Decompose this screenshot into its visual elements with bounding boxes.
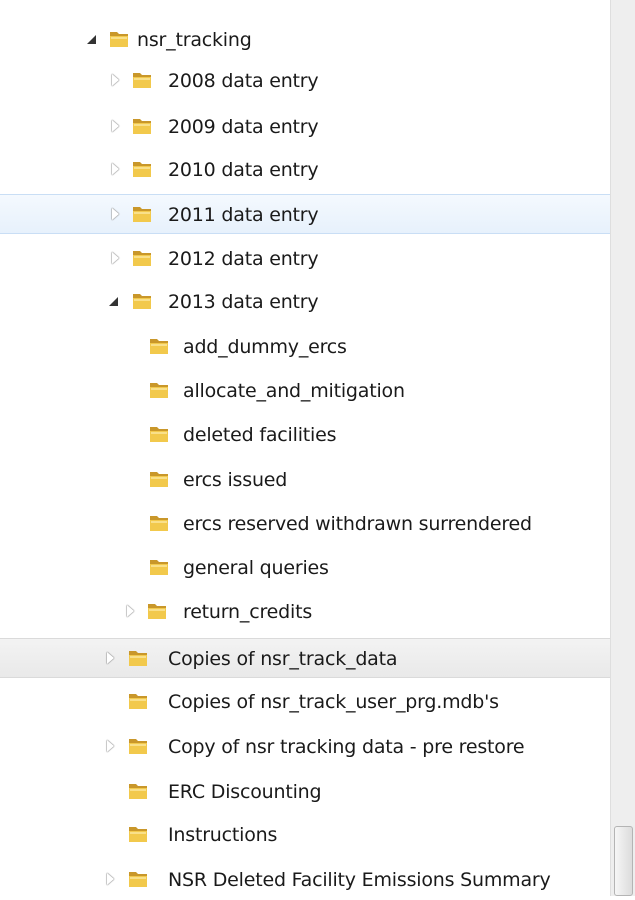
- folder-icon: [150, 339, 168, 354]
- folder-icon: [133, 73, 151, 88]
- tree-item-2012-data-entry[interactable]: 2012 data entry: [0, 239, 610, 279]
- folder-tree: nsr_tracking 2008 data entry 2009 data e…: [0, 0, 610, 896]
- tree-item-copies-of-nsr-track-data[interactable]: Copies of nsr_track_data: [0, 638, 610, 678]
- expand-arrow-icon[interactable]: [109, 297, 118, 306]
- tree-item-nsr-deleted-facility-emissions-summary[interactable]: NSR Deleted Facility Emissions Summary: [0, 860, 610, 900]
- tree-item-add-dummy-ercs[interactable]: add_dummy_ercs: [0, 327, 610, 367]
- tree-item-label: ercs reserved withdrawn surrendered: [183, 513, 532, 535]
- tree-item-instructions[interactable]: Instructions: [0, 815, 610, 855]
- tree-item-label: 2010 data entry: [168, 159, 319, 181]
- folder-icon: [150, 472, 168, 487]
- collapse-arrow-icon[interactable]: [112, 252, 119, 264]
- tree-item-label: allocate_and_mitigation: [183, 380, 405, 402]
- folder-icon: [150, 516, 168, 531]
- tree-item-copy-of-nsr-tracking-data[interactable]: Copy of nsr tracking data - pre restore: [0, 727, 610, 767]
- tree-item-allocate-and-mitigation[interactable]: allocate_and_mitigation: [0, 371, 610, 411]
- tree-item-general-queries[interactable]: general queries: [0, 548, 610, 588]
- tree-item-2008-data-entry[interactable]: 2008 data entry: [0, 61, 610, 101]
- tree-item-2013-data-entry[interactable]: 2013 data entry: [0, 282, 610, 322]
- collapse-arrow-icon[interactable]: [107, 740, 114, 752]
- tree-item-label: nsr_tracking: [137, 29, 252, 51]
- folder-icon: [129, 784, 147, 799]
- folder-icon: [133, 294, 151, 309]
- tree-item-ercs-reserved-withdrawn-surrendered[interactable]: ercs reserved withdrawn surrendered: [0, 504, 610, 544]
- tree-item-label: Copies of nsr_track_data: [168, 648, 398, 670]
- tree-item-label: deleted facilities: [183, 424, 337, 446]
- tree-item-deleted-facilities[interactable]: deleted facilities: [0, 415, 610, 455]
- folder-icon: [150, 560, 168, 575]
- tree-item-label: Copies of nsr_track_user_prg.mdb's: [168, 691, 499, 713]
- tree-item-2009-data-entry[interactable]: 2009 data entry: [0, 107, 610, 147]
- folder-icon: [129, 651, 147, 666]
- tree-item-2010-data-entry[interactable]: 2010 data entry: [0, 150, 610, 190]
- folder-icon: [133, 162, 151, 177]
- collapse-arrow-icon[interactable]: [112, 120, 119, 132]
- folder-icon: [133, 119, 151, 134]
- tree-item-label: return_credits: [183, 601, 313, 623]
- collapse-arrow-icon[interactable]: [112, 163, 119, 175]
- collapse-arrow-icon[interactable]: [112, 74, 119, 86]
- tree-item-label: 2011 data entry: [168, 204, 319, 226]
- folder-icon: [150, 427, 168, 442]
- tree-item-nsr-tracking[interactable]: nsr_tracking: [0, 20, 610, 60]
- tree-item-label: NSR Deleted Facility Emissions Summary: [168, 869, 551, 891]
- vertical-scrollbar[interactable]: [610, 0, 635, 896]
- expand-arrow-icon[interactable]: [87, 35, 96, 44]
- tree-item-label: 2013 data entry: [168, 291, 319, 313]
- tree-item-label: ERC Discounting: [168, 781, 322, 803]
- tree-item-label: 2008 data entry: [168, 70, 319, 92]
- collapse-arrow-icon[interactable]: [112, 208, 119, 220]
- collapse-arrow-icon[interactable]: [107, 873, 114, 885]
- tree-item-erc-discounting[interactable]: ERC Discounting: [0, 772, 610, 812]
- folder-icon: [129, 872, 147, 887]
- tree-item-ercs-issued[interactable]: ercs issued: [0, 460, 610, 500]
- tree-item-copies-of-nsr-track-user-prg[interactable]: Copies of nsr_track_user_prg.mdb's: [0, 682, 610, 722]
- folder-icon: [110, 32, 128, 47]
- tree-item-label: 2009 data entry: [168, 116, 319, 138]
- tree-item-label: Copy of nsr tracking data - pre restore: [168, 736, 525, 758]
- tree-item-label: 2012 data entry: [168, 248, 319, 270]
- folder-icon: [148, 604, 166, 619]
- collapse-arrow-icon[interactable]: [127, 605, 134, 617]
- collapse-arrow-icon[interactable]: [107, 652, 114, 664]
- folder-icon: [150, 383, 168, 398]
- scrollbar-thumb[interactable]: [614, 826, 633, 896]
- tree-item-label: ercs issued: [183, 469, 288, 491]
- tree-item-label: Instructions: [168, 824, 278, 846]
- tree-item-2011-data-entry[interactable]: 2011 data entry: [0, 194, 610, 234]
- tree-item-label: general queries: [183, 557, 329, 579]
- folder-icon: [129, 694, 147, 709]
- folder-icon: [133, 251, 151, 266]
- tree-item-label: add_dummy_ercs: [183, 336, 347, 358]
- folder-icon: [133, 207, 151, 222]
- folder-icon: [129, 739, 147, 754]
- folder-icon: [129, 827, 147, 842]
- tree-item-return-credits[interactable]: return_credits: [0, 592, 610, 632]
